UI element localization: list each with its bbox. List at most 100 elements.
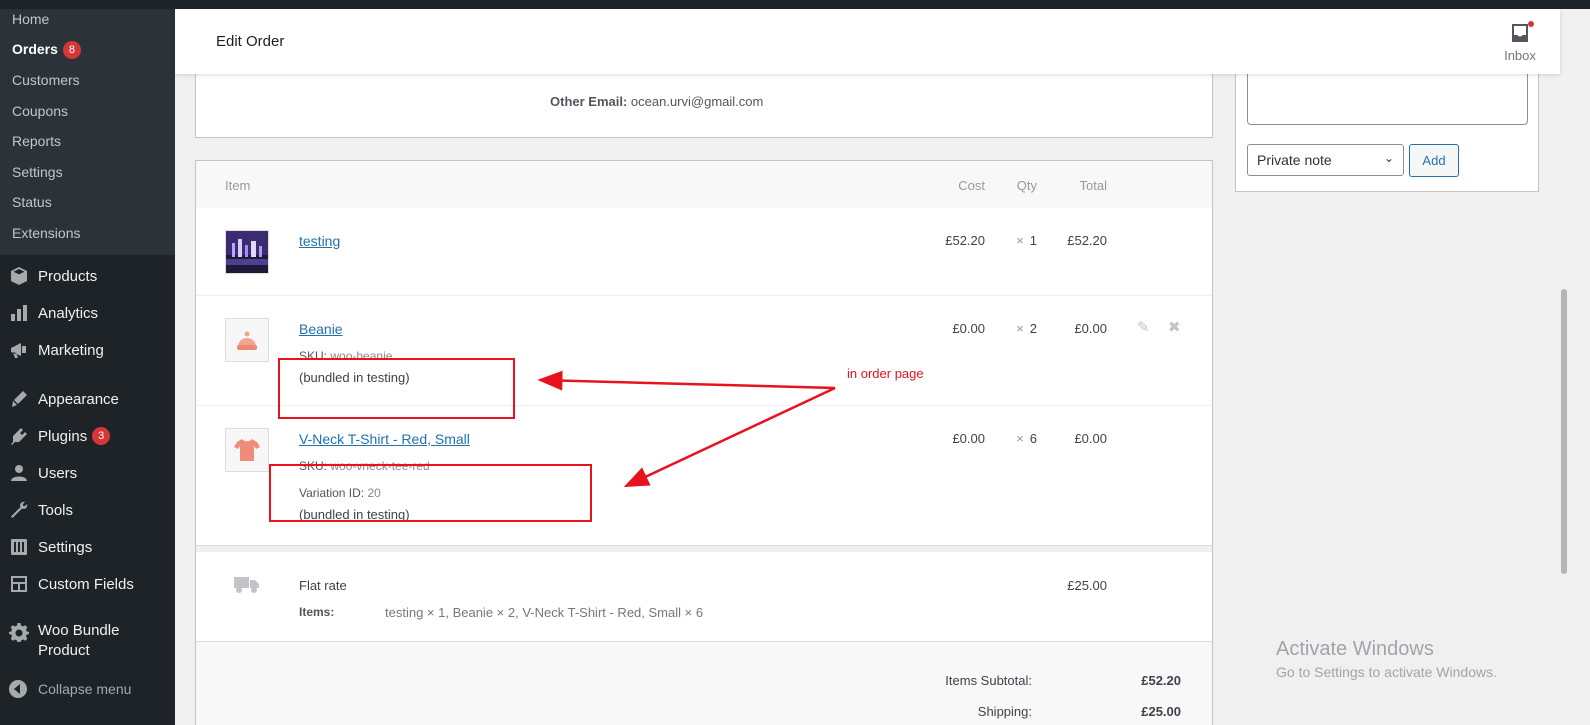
items-subtotal-label: Items Subtotal:	[945, 673, 1032, 688]
shipping-items-label: Items:	[299, 605, 335, 619]
item-total: £52.20	[1067, 233, 1107, 248]
note-type-select[interactable]: Private note ⌄	[1247, 144, 1404, 176]
menu-item-marketing[interactable]: Marketing	[8, 337, 104, 363]
settings-icon	[8, 536, 30, 558]
menu-label: Users	[38, 464, 78, 482]
other-email-value: ocean.urvi@gmail.com	[630, 94, 764, 109]
items-subtotal-value: £52.20	[1141, 673, 1181, 688]
menu-label: Analytics	[38, 304, 99, 322]
item-total: £0.00	[1074, 321, 1107, 336]
watermark-title: Activate Windows	[1276, 638, 1434, 660]
admin-sidebar: Home Orders 8 Customers Coupons Reports S…	[0, 9, 175, 725]
submenu-item-reports[interactable]: Reports	[12, 133, 61, 149]
shipping-total: £25.00	[1067, 578, 1107, 593]
submenu-item-home[interactable]: Home	[12, 11, 49, 27]
order-items-panel: Item Cost Qty Total testing £52.20 × 1 £5…	[195, 160, 1213, 725]
collapse-menu-label: Collapse menu	[38, 681, 132, 697]
analytics-icon	[8, 302, 30, 324]
item-link[interactable]: Beanie	[299, 321, 343, 337]
column-qty: Qty	[1016, 178, 1037, 193]
column-cost: Cost	[958, 178, 985, 193]
collapse-menu-button[interactable]: Collapse menu	[8, 679, 131, 699]
submenu-item-coupons[interactable]: Coupons	[12, 103, 68, 119]
marketing-icon	[8, 339, 30, 361]
chevron-down-icon: ⌄	[1383, 151, 1394, 165]
windows-activation-watermark: Activate Windows Go to Settings to activ…	[1276, 638, 1497, 680]
item-link[interactable]: testing	[299, 233, 340, 249]
order-notes-panel: Private note ⌄ Add	[1235, 60, 1539, 192]
plugins-update-badge: 3	[92, 427, 111, 445]
order-item-row: testing £52.20 × 1 £52.20	[196, 208, 1212, 296]
shipping-total-label: Shipping:	[977, 704, 1032, 719]
admin-bar	[0, 0, 1590, 9]
item-link[interactable]: V-Neck T-Shirt - Red, Small	[299, 431, 470, 447]
menu-item-woo-bundle-product[interactable]: Woo Bundle Product	[8, 621, 119, 663]
menu-item-users[interactable]: Users	[8, 460, 77, 486]
items-table-header: Item Cost Qty Total	[196, 161, 1212, 208]
menu-item-products[interactable]: Products	[8, 263, 97, 289]
other-email-line: Other Email: ocean.urvi@gmail.com	[550, 94, 764, 109]
item-qty: × 2	[1016, 321, 1037, 336]
menu-label: Marketing	[38, 341, 104, 359]
scrollbar-thumb[interactable]	[1561, 289, 1567, 574]
menu-item-tools[interactable]: Tools	[8, 497, 73, 523]
menu-label: Plugins	[38, 427, 88, 445]
products-icon	[8, 265, 30, 287]
gear-icon	[8, 621, 30, 643]
menu-item-appearance[interactable]: Appearance	[8, 386, 119, 412]
plugins-icon	[8, 425, 30, 447]
add-note-button[interactable]: Add	[1409, 144, 1459, 177]
page-scrollbar[interactable]	[1560, 9, 1568, 725]
page-title: Edit Order	[216, 33, 285, 50]
menu-item-settings[interactable]: Settings	[8, 534, 92, 560]
product-thumbnail	[225, 318, 269, 362]
shipping-row: Flat rate Items: testing × 1, Beanie × 2…	[196, 552, 1212, 642]
edit-item-icon[interactable]: ✎	[1137, 318, 1150, 336]
menu-label: Settings	[38, 538, 93, 556]
submenu-item-status[interactable]: Status	[12, 194, 52, 210]
menu-label: Appearance	[38, 390, 119, 408]
submenu-item-customers[interactable]: Customers	[12, 72, 80, 88]
item-cost: £0.00	[952, 431, 985, 446]
delete-item-icon[interactable]: ✖	[1168, 318, 1181, 336]
appearance-icon	[8, 388, 30, 410]
column-total: Total	[1079, 178, 1107, 193]
truck-icon	[234, 577, 259, 593]
submenu-item-orders[interactable]: Orders 8	[12, 41, 81, 59]
menu-label: Products	[38, 267, 98, 285]
woocommerce-submenu: Home Orders 8 Customers Coupons Reports S…	[0, 9, 175, 255]
item-cost: £0.00	[952, 321, 985, 336]
inbox-button[interactable]: Inbox	[1500, 21, 1540, 63]
item-qty: × 1	[1016, 233, 1037, 248]
column-item: Item	[225, 178, 251, 193]
note-type-value: Private note	[1257, 152, 1332, 168]
orders-count-badge: 8	[62, 41, 81, 59]
page-header: Edit Order Inbox	[175, 9, 1560, 74]
annotation-box	[278, 358, 515, 419]
item-total: £0.00	[1074, 431, 1107, 446]
shipping-total-value: £25.00	[1141, 704, 1181, 719]
submenu-item-extensions[interactable]: Extensions	[12, 225, 80, 241]
users-icon	[8, 462, 30, 484]
collapse-arrow-icon	[9, 680, 27, 698]
shipping-method-name: Flat rate	[299, 578, 347, 593]
shipping-items-value: testing × 1, Beanie × 2, V-Neck T-Shirt …	[385, 605, 704, 620]
inbox-unread-dot	[1528, 21, 1534, 27]
menu-item-custom-fields[interactable]: Custom Fields	[8, 571, 134, 597]
custom-fields-icon	[8, 573, 30, 595]
tools-icon	[8, 499, 30, 521]
inbox-label: Inbox	[1504, 48, 1536, 63]
menu-label: Woo Bundle Product	[38, 622, 120, 659]
menu-item-plugins[interactable]: Plugins 3	[8, 423, 111, 449]
submenu-item-settings[interactable]: Settings	[12, 164, 63, 180]
annotation-label: in order page	[847, 366, 924, 381]
menu-label: Tools	[38, 501, 74, 519]
menu-item-analytics[interactable]: Analytics	[8, 300, 98, 326]
product-thumbnail	[225, 230, 269, 274]
item-cost: £52.20	[945, 233, 985, 248]
annotation-box	[269, 464, 592, 522]
item-qty: × 6	[1016, 431, 1037, 446]
items-divider	[196, 545, 1212, 552]
menu-label: Custom Fields	[38, 575, 134, 593]
order-totals: Items Subtotal: £52.20 Shipping: £25.00	[196, 642, 1212, 725]
